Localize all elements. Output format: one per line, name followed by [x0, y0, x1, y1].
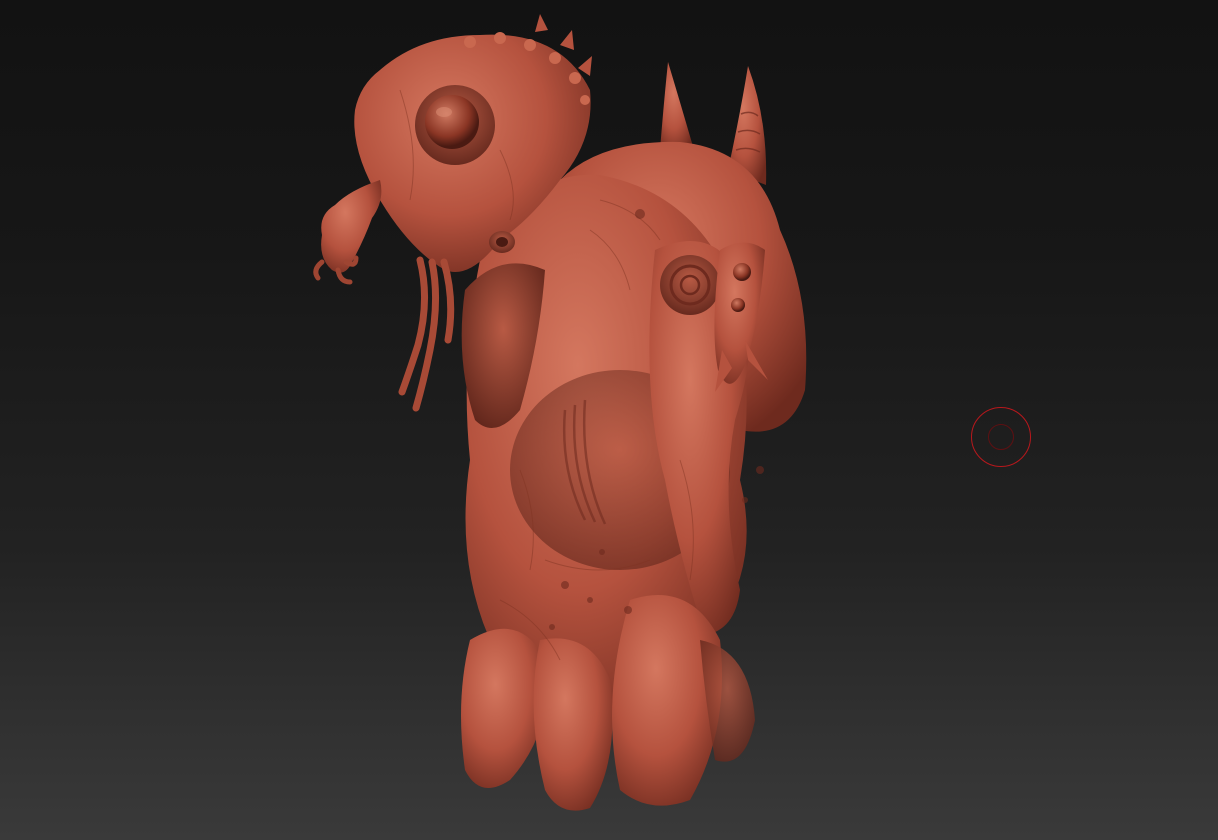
tentacles: [398, 256, 455, 412]
horn-left: [660, 62, 694, 150]
shoulder-spiral: [660, 255, 720, 315]
brush-cursor: [971, 407, 1031, 467]
leg-right: [612, 595, 722, 806]
sculpt-viewport[interactable]: [0, 0, 1218, 840]
small-arm: [321, 180, 382, 273]
leg-middle: [533, 638, 613, 811]
eyeball: [425, 95, 479, 149]
brush-cursor-focal-ring: [988, 424, 1014, 450]
sculpted-creature-model[interactable]: [0, 0, 1218, 840]
